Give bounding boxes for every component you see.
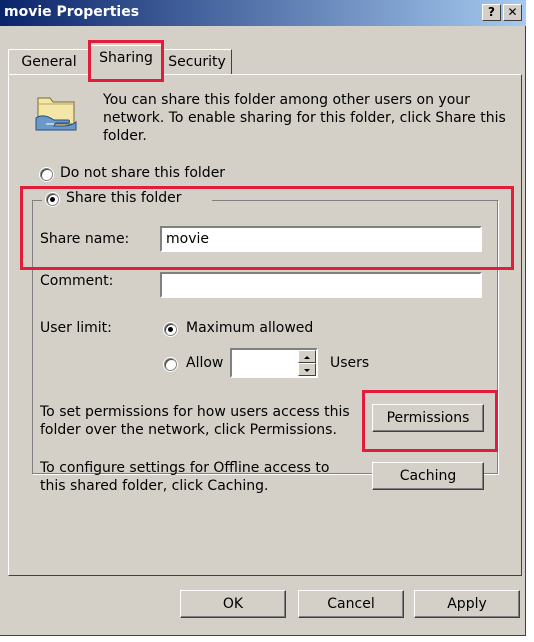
- do-not-share-label: Do not share this folder: [60, 165, 226, 181]
- permissions-text-line-1: To set permissions for how users access …: [40, 404, 350, 420]
- help-button[interactable]: ?: [482, 4, 501, 21]
- caching-text-line-2: this shared folder, click Caching.: [40, 478, 269, 494]
- highlight-permissions: [362, 390, 498, 452]
- comment-label: Comment:: [40, 273, 114, 289]
- arrow-up-icon: [304, 356, 310, 359]
- caching-button[interactable]: Caching: [372, 462, 484, 490]
- ok-button[interactable]: OK: [180, 590, 286, 618]
- arrow-down-icon: [304, 369, 310, 372]
- maximum-allowed-radio[interactable]: [164, 323, 177, 336]
- tab-security-label: Security: [168, 54, 226, 70]
- spin-down-button[interactable]: [298, 363, 316, 376]
- radio-dot: [168, 327, 173, 332]
- shared-folder-icon: [34, 88, 80, 134]
- tab-general-label: General: [21, 54, 77, 70]
- allow-label: Allow: [186, 355, 224, 371]
- tab-security[interactable]: Security: [162, 49, 232, 75]
- cancel-button[interactable]: Cancel: [298, 590, 404, 618]
- title-bar[interactable]: movie Properties ? ✕: [0, 0, 526, 26]
- close-icon: ✕: [507, 5, 518, 19]
- user-limit-label: User limit:: [40, 320, 112, 336]
- users-label: Users: [330, 355, 370, 371]
- tab-general[interactable]: General: [8, 49, 90, 75]
- intro-line-1: You can share this folder among other us…: [103, 92, 470, 108]
- close-button[interactable]: ✕: [503, 4, 522, 21]
- properties-dialog: movie Properties ? ✕ General Sharing Sec…: [0, 0, 526, 636]
- permissions-text-line-2: folder over the network, click Permissio…: [40, 422, 337, 438]
- allow-radio[interactable]: [164, 358, 177, 371]
- caching-text-line-1: To configure settings for Offline access…: [40, 460, 330, 476]
- highlight-sharing-tab: [88, 40, 164, 82]
- window-title: movie Properties: [4, 4, 140, 20]
- apply-button[interactable]: Apply: [414, 590, 520, 618]
- comment-field[interactable]: [160, 272, 482, 298]
- users-spinner[interactable]: [298, 350, 316, 376]
- intro-line-2: network. To enable sharing for this fold…: [103, 110, 506, 126]
- spin-up-button[interactable]: [298, 350, 316, 363]
- maximum-allowed-label: Maximum allowed: [186, 320, 314, 336]
- highlight-share-name: [20, 186, 514, 270]
- do-not-share-radio[interactable]: [40, 168, 53, 181]
- intro-line-3: folder.: [103, 128, 147, 144]
